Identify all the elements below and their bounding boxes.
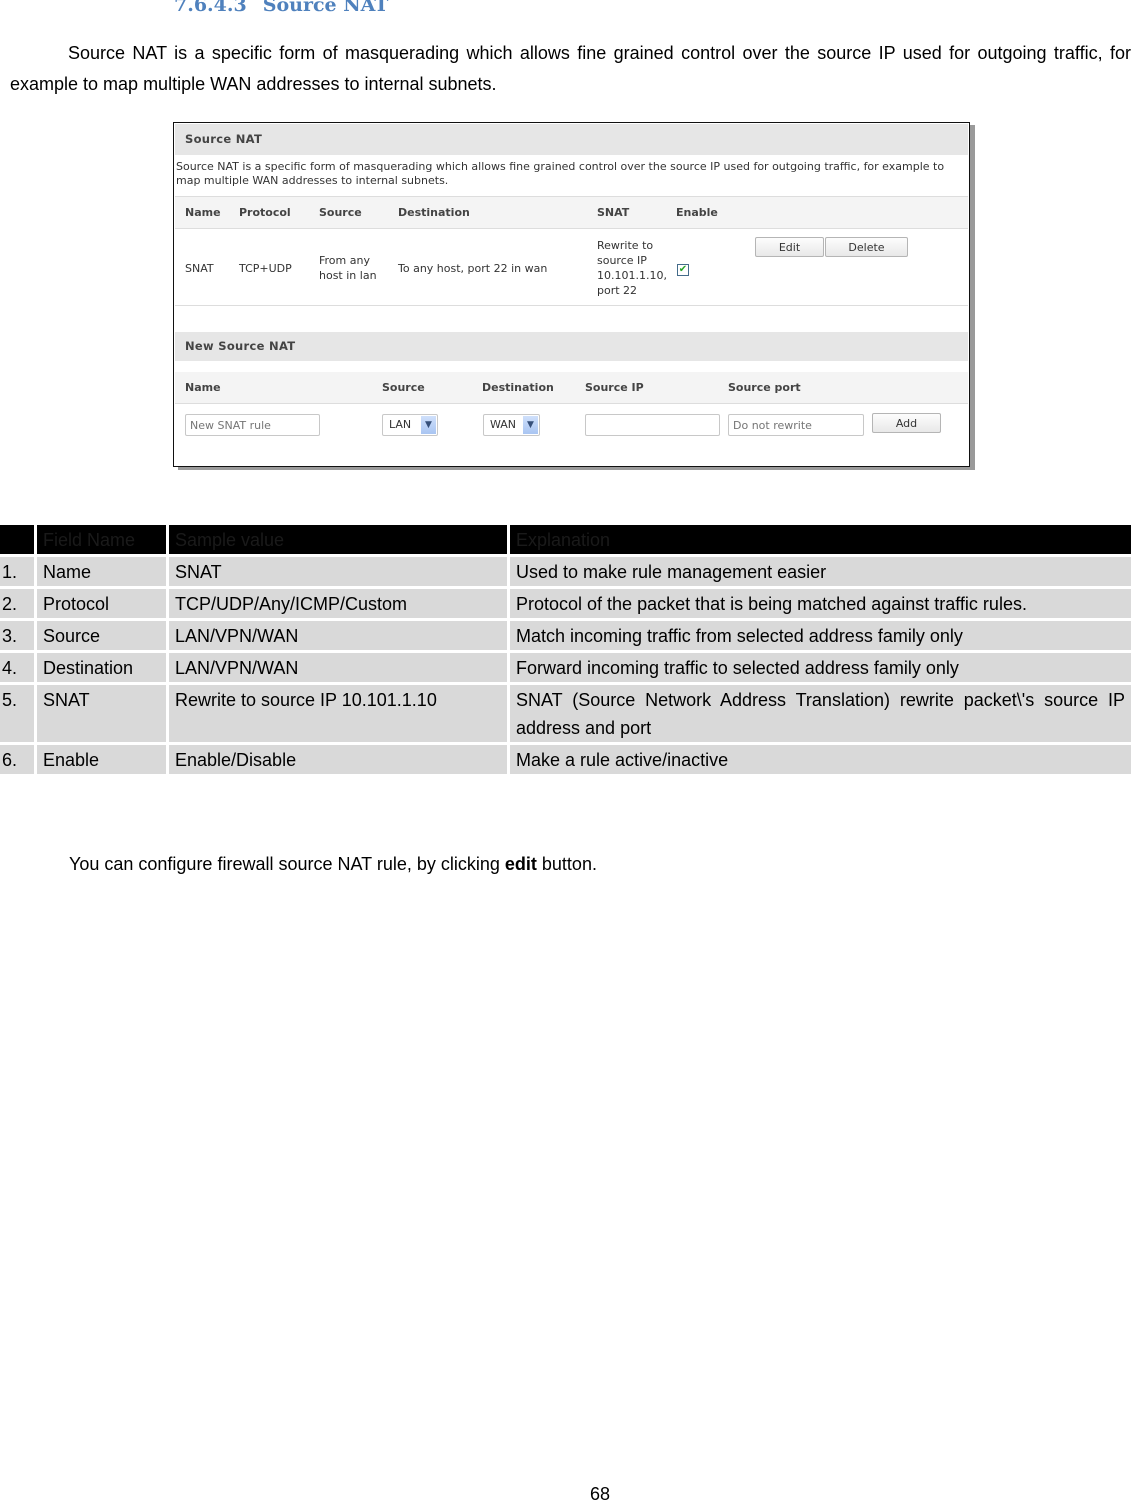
row-field-name: SNAT <box>37 685 166 742</box>
section-number: 7.6.4.3 <box>174 0 247 16</box>
intro-paragraph: Source NAT is a specific form of masquer… <box>10 38 1131 100</box>
rule-snat-line2: source IP <box>597 254 647 267</box>
new-source-nat-title: New Source NAT <box>175 332 968 361</box>
row-explanation: Match incoming traffic from selected add… <box>510 621 1131 650</box>
col-destination: Destination <box>398 206 470 219</box>
row-explanation: Protocol of the packet that is being mat… <box>510 589 1131 618</box>
rule-snat-line1: Rewrite to <box>597 239 654 252</box>
add-button[interactable]: Add <box>872 413 941 433</box>
source-zone-value: LAN <box>389 418 412 431</box>
destination-zone-value: WAN <box>490 418 517 431</box>
checkmark-icon: ✔ <box>678 264 688 275</box>
source-zone-select[interactable]: LAN ▼ <box>382 414 438 436</box>
row-explanation: Make a rule active/inactive <box>510 745 1131 774</box>
table-header-row: Field Name Sample value Explanation <box>0 525 1131 554</box>
chevron-down-icon: ▼ <box>421 416 436 434</box>
col-source: Source <box>319 206 362 219</box>
divider <box>175 305 968 306</box>
row-explanation: SNAT (Source Network Address Translation… <box>510 685 1131 742</box>
row-field-name: Name <box>37 557 166 586</box>
rule-source-line1: From any <box>319 254 370 267</box>
table-row: 4. Destination LAN/VPN/WAN Forward incoming… <box>0 653 1131 682</box>
section-heading: 7.6.4.3 Source NAT <box>174 0 388 16</box>
source-ip-input[interactable] <box>585 414 720 436</box>
source-port-input[interactable] <box>728 414 864 436</box>
header-explanation: Explanation <box>510 525 1131 554</box>
row-sample-value: TCP/UDP/Any/ICMP/Custom <box>169 589 507 618</box>
new-rule-name-input[interactable] <box>185 414 320 436</box>
delete-button[interactable]: Delete <box>825 237 908 257</box>
closing-text: You can configure firewall source NAT ru… <box>69 854 505 874</box>
col-name: Name <box>185 206 221 219</box>
new-col-source-ip: Source IP <box>585 381 644 394</box>
col-protocol: Protocol <box>239 206 291 219</box>
rule-name: SNAT <box>185 262 214 275</box>
row-number: 2. <box>0 589 34 618</box>
row-field-name: Protocol <box>37 589 166 618</box>
rule-source-line2: host in lan <box>319 269 377 282</box>
row-explanation: Used to make rule management easier <box>510 557 1131 586</box>
source-nat-description: Source NAT is a specific form of masquer… <box>176 160 945 187</box>
rule-destination: To any host, port 22 in wan <box>398 262 548 275</box>
closing-paragraph: You can configure firewall source NAT ru… <box>69 850 597 878</box>
section-title: Source NAT <box>262 0 389 16</box>
destination-zone-select[interactable]: WAN ▼ <box>483 414 540 436</box>
row-sample-value: LAN/VPN/WAN <box>169 621 507 650</box>
row-number: 3. <box>0 621 34 650</box>
table-row: 2. Protocol TCP/UDP/Any/ICMP/Custom Protoco… <box>0 589 1131 618</box>
rule-snat-line3: 10.101.1.10, <box>597 269 667 282</box>
header-sample-value: Sample value <box>169 525 507 554</box>
edit-keyword: edit <box>504 854 537 874</box>
col-snat: SNAT <box>597 206 630 219</box>
edit-button[interactable]: Edit <box>755 237 824 257</box>
row-field-name: Enable <box>37 745 166 774</box>
page-number: 68 <box>589 1484 611 1504</box>
row-number: 6. <box>0 745 34 774</box>
new-col-destination: Destination <box>482 381 554 394</box>
row-number: 5. <box>0 685 34 742</box>
row-explanation: Forward incoming traffic to selected add… <box>510 653 1131 682</box>
field-table: Field Name Sample value Explanation 1. Na… <box>0 522 1131 777</box>
row-sample-value: LAN/VPN/WAN <box>169 653 507 682</box>
row-sample-value: Enable/Disable <box>169 745 507 774</box>
source-nat-section-title: Source NAT <box>175 124 968 155</box>
new-col-source: Source <box>382 381 425 394</box>
header-number <box>0 525 34 554</box>
chevron-down-icon: ▼ <box>523 416 538 434</box>
col-enable: Enable <box>676 206 718 219</box>
row-sample-value: SNAT <box>169 557 507 586</box>
row-field-name: Source <box>37 621 166 650</box>
new-col-source-port: Source port <box>728 381 801 394</box>
row-sample-value: Rewrite to source IP 10.101.1.10 <box>169 685 507 742</box>
closing-text-end: button. <box>536 854 597 874</box>
table-row: 6. Enable Enable/Disable Make a rule active… <box>0 745 1131 774</box>
table-row: 3. Source LAN/VPN/WAN Match incoming traffi… <box>0 621 1131 650</box>
rule-enable-checkbox[interactable]: ✔ <box>677 264 689 276</box>
intro-text: Source NAT is a specific form of masquer… <box>10 43 1131 94</box>
rule-snat-line4: port 22 <box>597 284 638 297</box>
row-number: 4. <box>0 653 34 682</box>
row-number: 1. <box>0 557 34 586</box>
source-nat-screenshot: Source NAT Source NAT is a specific form… <box>173 122 970 467</box>
header-field-name: Field Name <box>37 525 166 554</box>
rules-table-header: Name Protocol Source Destination SNAT En… <box>175 196 968 229</box>
rule-protocol: TCP+UDP <box>239 262 292 275</box>
row-field-name: Destination <box>37 653 166 682</box>
new-col-name: Name <box>185 381 221 394</box>
table-row: 1. Name SNAT Used to make rule management e… <box>0 557 1131 586</box>
table-row: 5. SNAT Rewrite to source IP 10.101.1.10 SN… <box>0 685 1131 742</box>
new-rule-header: Name Source Destination Source IP Source… <box>175 372 968 404</box>
